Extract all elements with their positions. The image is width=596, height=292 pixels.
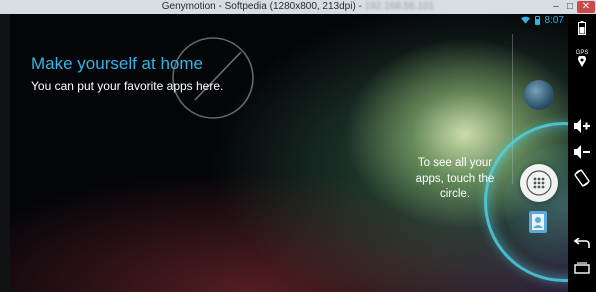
window-titlebar[interactable]: Genymotion - Softpedia (1280x800, 213dpi… [0, 0, 596, 15]
close-button[interactable]: ✕ [577, 1, 595, 13]
cling-line-1: To see all your [417, 157, 493, 169]
guide-subtitle: You can put your favorite apps here. [31, 79, 224, 93]
app-grid-icon [526, 170, 552, 196]
battery-button[interactable] [568, 20, 596, 36]
device-side-toolbar: GPS [568, 14, 596, 292]
battery-icon [534, 15, 540, 25]
rotate-icon [574, 169, 590, 187]
battery-icon [578, 21, 586, 35]
maximize-button[interactable]: □ [563, 1, 577, 13]
recent-apps-button[interactable] [568, 260, 596, 276]
wifi-icon [520, 16, 530, 24]
status-time: 8:07 [544, 14, 564, 26]
volume-up-icon [574, 119, 590, 133]
window-title-ip: 192.168.56.101 [364, 1, 435, 12]
cling-line-3: circle. [439, 188, 471, 200]
cling-line-2: apps, touch the [415, 172, 495, 185]
window-title: Genymotion - Softpedia (1280x800, 213dpi… [161, 1, 435, 12]
cling-hint-text: To see all your apps, touch the circle. [400, 156, 510, 203]
browser-app-icon[interactable] [524, 80, 554, 110]
volume-down-icon [574, 145, 590, 159]
volume-up-button[interactable] [568, 118, 596, 134]
guide-circle-icon [172, 37, 254, 119]
back-button[interactable] [568, 236, 596, 252]
minimize-button[interactable]: – [549, 1, 563, 13]
recent-apps-icon [574, 262, 590, 274]
status-bar: 8:07 [10, 14, 568, 26]
rotate-button[interactable] [568, 168, 596, 188]
volume-down-button[interactable] [568, 144, 596, 160]
gps-button[interactable]: GPS [568, 46, 596, 70]
guide-title: Make yourself at home [31, 54, 203, 73]
contacts-app-icon[interactable] [526, 210, 550, 234]
window-left-border [0, 14, 10, 292]
all-apps-button[interactable] [520, 164, 558, 202]
gps-icon [578, 55, 586, 67]
back-icon [573, 238, 590, 248]
android-screen[interactable]: 8:07 Make yourself at home You can put y… [10, 14, 568, 292]
